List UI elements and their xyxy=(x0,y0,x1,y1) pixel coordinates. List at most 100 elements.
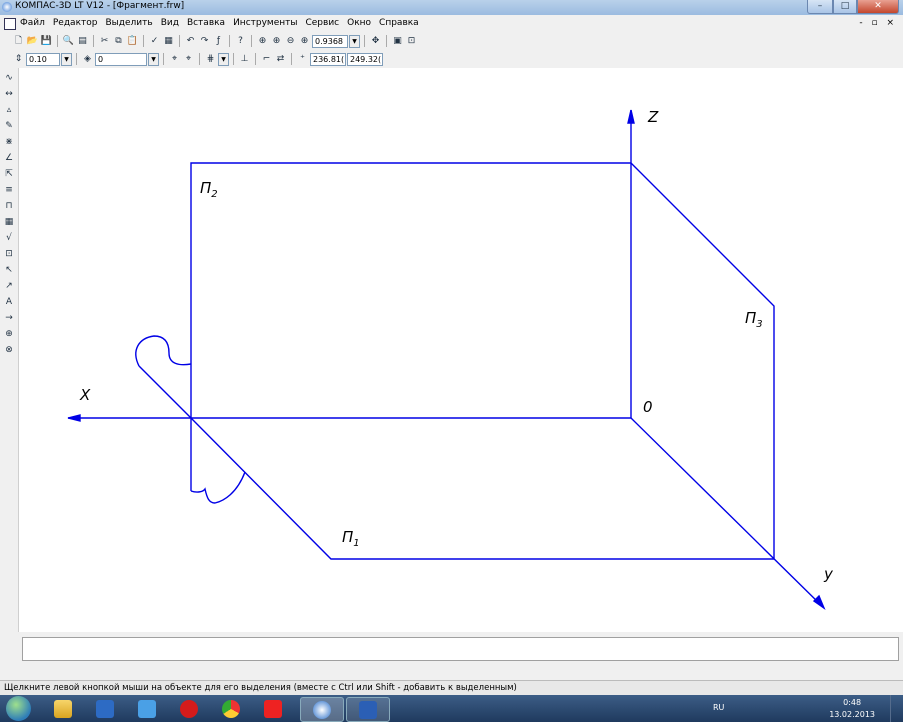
local-snap-icon[interactable]: ⌖ xyxy=(182,53,195,65)
drawing-canvas[interactable]: X Z y 0 П2 П3 П1 xyxy=(19,68,903,632)
leader-icon[interactable]: ↖ xyxy=(2,264,16,276)
document-icon[interactable] xyxy=(4,18,16,30)
parametrize-icon[interactable]: ⋇ xyxy=(2,136,16,148)
taskbar-opera[interactable] xyxy=(168,697,210,720)
y-axis-line xyxy=(630,417,825,609)
taskbar-mail[interactable] xyxy=(126,697,168,720)
layer-manager-icon[interactable]: ⊡ xyxy=(405,35,418,47)
center-icon[interactable]: ⊗ xyxy=(2,344,16,356)
status-bar: Щелкните левой кнопкой мыши на объекте д… xyxy=(0,680,903,696)
dimensions-icon[interactable]: ↔ xyxy=(2,88,16,100)
mdi-window-controls[interactable]: - ▫ × xyxy=(859,18,897,28)
new-file-icon[interactable]: 🗋 xyxy=(12,35,25,47)
step-field[interactable]: 0.10 xyxy=(26,53,60,66)
position-icon[interactable]: ↗ xyxy=(2,280,16,292)
taskbar-kompas[interactable] xyxy=(300,697,344,722)
pan-icon[interactable]: ✥ xyxy=(369,35,382,47)
taskbar-yandex[interactable] xyxy=(252,697,294,720)
redo-icon[interactable]: ↷ xyxy=(198,35,211,47)
print-icon[interactable]: ▤ xyxy=(76,35,89,47)
zoom-value-field[interactable]: 0.9368 xyxy=(312,35,348,48)
close-button[interactable]: ✕ xyxy=(857,0,899,14)
grid-icon[interactable]: ⋕ xyxy=(204,53,217,65)
menu-edit[interactable]: Редактор xyxy=(53,18,98,28)
geometry-icon[interactable]: ∿ xyxy=(2,72,16,84)
start-button[interactable] xyxy=(6,696,31,721)
edit-icon[interactable]: ✎ xyxy=(2,120,16,132)
layer-dropdown-icon[interactable]: ▼ xyxy=(148,53,159,66)
menu-service[interactable]: Сервис xyxy=(305,18,339,28)
arrow-icon[interactable]: → xyxy=(2,312,16,324)
outlook-icon xyxy=(96,699,114,718)
coord-y-field[interactable]: 249.32( xyxy=(347,53,383,66)
refresh-icon[interactable]: ▣ xyxy=(391,35,404,47)
grid-dropdown-icon[interactable]: ▼ xyxy=(218,53,229,66)
layer-icon: ◈ xyxy=(84,54,91,64)
save-icon[interactable]: 💾 xyxy=(40,35,53,47)
menu-tools[interactable]: Инструменты xyxy=(233,18,297,28)
select-icon[interactable]: ⇱ xyxy=(2,168,16,180)
zoom-dropdown-icon[interactable]: ▼ xyxy=(349,35,360,48)
table-icon[interactable]: ▦ xyxy=(2,216,16,228)
word-icon xyxy=(359,700,377,719)
taskbar-explorer[interactable] xyxy=(42,697,84,720)
calculator-icon[interactable]: ▦ xyxy=(162,35,175,47)
profile-plane-outline xyxy=(630,162,775,559)
window-controls: – □ ✕ xyxy=(807,0,899,14)
properties-icon[interactable]: ✓ xyxy=(148,35,161,47)
minimize-button[interactable]: – xyxy=(807,0,833,14)
horizontal-plane-label: П1 xyxy=(342,528,360,549)
text-icon[interactable]: A xyxy=(2,296,16,308)
help-pointer-icon[interactable]: ? xyxy=(234,35,247,47)
properties-field[interactable] xyxy=(22,637,899,661)
axis-y-label: y xyxy=(824,565,833,583)
copy-icon[interactable]: ⧉ xyxy=(112,35,125,47)
symbols-icon[interactable]: ▵ xyxy=(2,104,16,116)
upper-rotation-arc xyxy=(135,335,192,367)
taskbar-word[interactable] xyxy=(346,697,390,722)
show-desktop-button[interactable] xyxy=(890,695,903,722)
menu-insert[interactable]: Вставка xyxy=(187,18,225,28)
zoom-scale-icon[interactable]: ⊕ xyxy=(298,35,311,47)
cut-icon[interactable]: ✂ xyxy=(98,35,111,47)
snap-icon[interactable]: ⌖ xyxy=(168,53,181,65)
menu-view[interactable]: Вид xyxy=(161,18,179,28)
zoom-out-icon[interactable]: ⊖ xyxy=(284,35,297,47)
base-icon[interactable]: ⊡ xyxy=(2,248,16,260)
clock[interactable]: 0:48 13.02.2013 xyxy=(829,697,875,721)
menu-help[interactable]: Справка xyxy=(379,18,419,28)
maximize-button[interactable]: □ xyxy=(833,0,857,14)
measure-icon[interactable]: ∠ xyxy=(2,152,16,164)
kompas-app-icon[interactable] xyxy=(2,2,12,12)
local-cs-icon[interactable]: ⊥ xyxy=(238,53,251,65)
coordinates-icon: ⁺ xyxy=(300,54,305,64)
axis-icon[interactable]: ⊕ xyxy=(2,328,16,340)
menu-select[interactable]: Выделить xyxy=(105,18,152,28)
open-file-icon[interactable]: 📂 xyxy=(26,35,39,47)
library-icon[interactable]: ⊓ xyxy=(2,200,16,212)
axis-z-label: Z xyxy=(648,108,659,126)
taskbar-outlook[interactable] xyxy=(84,697,126,720)
spec-icon[interactable]: ≡ xyxy=(2,184,16,196)
coord-x-field[interactable]: 236.81( xyxy=(310,53,346,66)
print-preview-icon[interactable]: 🔍 xyxy=(62,35,75,47)
zoom-window-icon[interactable]: ⊕ xyxy=(256,35,269,47)
menu-window[interactable]: Окно xyxy=(347,18,371,28)
cursor-step-icon: ⇕ xyxy=(14,54,23,64)
ortho-icon[interactable]: ⌐ xyxy=(260,53,273,65)
menu-file[interactable]: Файл xyxy=(20,18,45,28)
roughness-icon[interactable]: √ xyxy=(2,232,16,244)
standard-toolbar: 🗋 📂 💾 🔍 ▤ ✂ ⧉ 📋 ✓ ▦ ↶ ↷ ƒ ? ⊕ ⊕ ⊖ ⊕ 0.93… xyxy=(0,32,903,50)
taskbar-chrome[interactable] xyxy=(210,697,252,720)
step-dropdown-icon[interactable]: ▼ xyxy=(61,53,72,66)
layer-field[interactable]: 0 xyxy=(95,53,147,66)
frontal-plane-label: П2 xyxy=(200,179,218,200)
yandex-icon xyxy=(264,699,282,718)
round-icon[interactable]: ⇄ xyxy=(274,53,287,65)
zoom-in-icon[interactable]: ⊕ xyxy=(270,35,283,47)
paste-icon[interactable]: 📋 xyxy=(126,35,139,47)
explorer-icon xyxy=(54,699,72,718)
undo-icon[interactable]: ↶ xyxy=(184,35,197,47)
language-indicator[interactable]: RU xyxy=(713,703,724,712)
function-icon[interactable]: ƒ xyxy=(212,35,225,47)
